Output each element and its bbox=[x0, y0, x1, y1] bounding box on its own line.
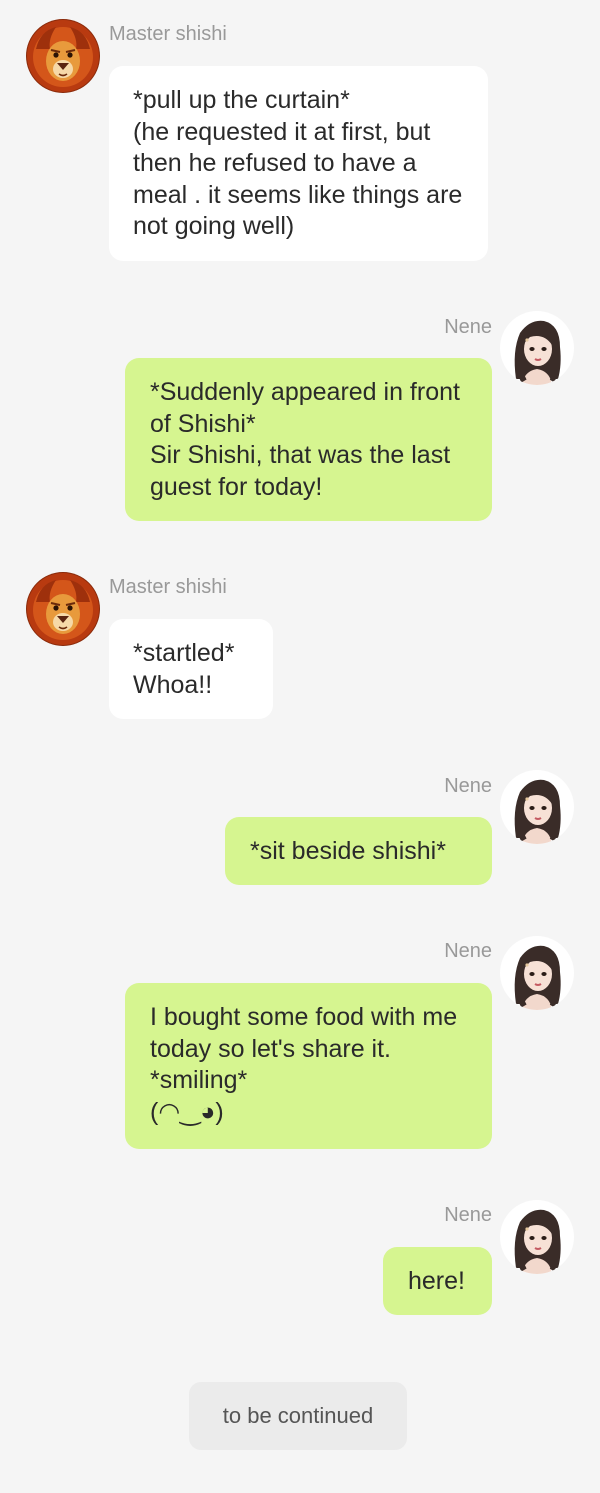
message-bubble[interactable]: *pull up the curtain* (he requested it a… bbox=[109, 66, 488, 261]
sender-name: Nene bbox=[444, 1204, 492, 1226]
message-bubble[interactable]: here! bbox=[383, 1247, 492, 1315]
message-bubble[interactable]: *sit beside shishi* bbox=[225, 817, 492, 885]
sender-name: Nene bbox=[444, 316, 492, 338]
girl-avatar-icon[interactable] bbox=[500, 936, 574, 1010]
sender-name: Master shishi bbox=[109, 23, 227, 45]
to-be-continued-chip[interactable]: to be continued bbox=[189, 1382, 407, 1450]
message-bubble[interactable]: *Suddenly appeared in front of Shishi* S… bbox=[125, 358, 492, 521]
lion-avatar-icon[interactable] bbox=[26, 572, 100, 646]
sender-name: Nene bbox=[444, 940, 492, 962]
girl-avatar-icon[interactable] bbox=[500, 311, 574, 385]
sender-name: Nene bbox=[444, 775, 492, 797]
girl-avatar-icon[interactable] bbox=[500, 1200, 574, 1274]
message-bubble[interactable]: *startled* Whoa!! bbox=[109, 619, 273, 719]
message-bubble[interactable]: I bought some food with me today so let'… bbox=[125, 983, 492, 1149]
lion-avatar-icon[interactable] bbox=[26, 19, 100, 93]
sender-name: Master shishi bbox=[109, 576, 227, 598]
girl-avatar-icon[interactable] bbox=[500, 770, 574, 844]
